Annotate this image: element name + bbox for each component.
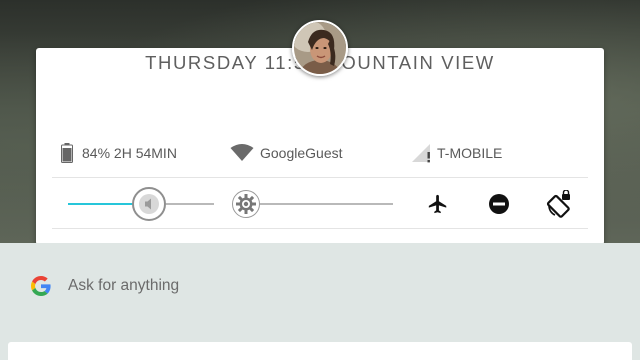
auto-rotate-toggle[interactable] [546, 190, 572, 218]
volume-slider-filled[interactable] [68, 203, 134, 205]
avatar-photo [294, 22, 346, 74]
google-g-icon [31, 276, 51, 296]
volume-slider-thumb[interactable] [132, 187, 166, 221]
do-not-disturb-icon [489, 194, 509, 214]
search-bar[interactable]: Ask for anything [0, 268, 640, 304]
volume-icon [139, 194, 159, 214]
brightness-slider-track[interactable] [260, 203, 393, 205]
airplane-mode-toggle[interactable] [426, 192, 450, 216]
cell-signal-icon [411, 142, 433, 164]
divider-top [52, 177, 588, 178]
airplane-icon [428, 194, 447, 214]
rotation-lock-icon [546, 190, 570, 218]
do-not-disturb-toggle[interactable] [487, 192, 511, 216]
volume-slider-track[interactable] [166, 203, 214, 205]
battery-label: 84% 2H 54MIN [82, 145, 177, 161]
bottom-card [8, 342, 632, 360]
cellular-status[interactable]: T-MOBILE [411, 142, 502, 164]
battery-status[interactable]: 84% 2H 54MIN [58, 142, 177, 164]
search-placeholder[interactable]: Ask for anything [68, 277, 179, 295]
wifi-status[interactable]: GoogleGuest [230, 142, 343, 164]
carrier-label: T-MOBILE [437, 145, 503, 161]
wifi-icon [230, 142, 254, 164]
battery-icon [58, 142, 76, 164]
brightness-gear-icon [236, 194, 256, 214]
user-avatar[interactable] [292, 20, 348, 76]
brightness-slider-thumb[interactable] [232, 190, 260, 218]
wifi-label: GoogleGuest [260, 145, 343, 161]
divider-bottom [52, 228, 588, 229]
